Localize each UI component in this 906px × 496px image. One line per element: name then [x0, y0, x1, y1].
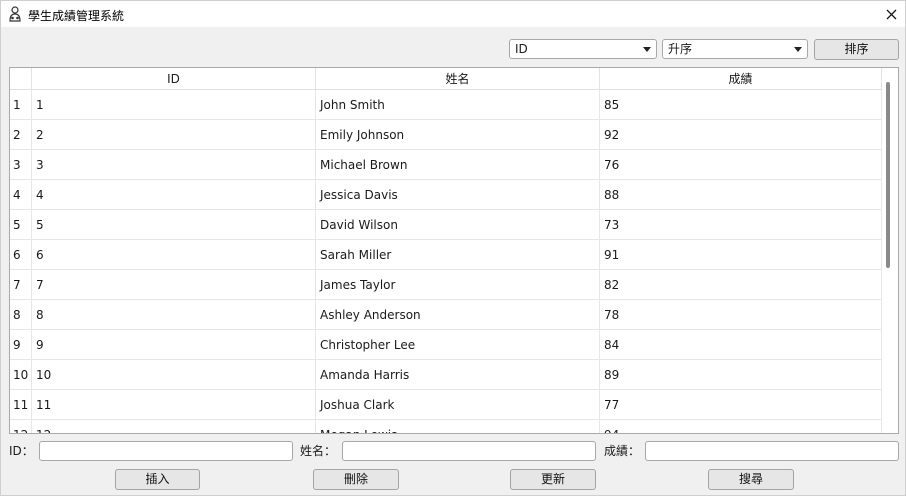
row-number: 5: [10, 210, 32, 240]
row-number: 3: [10, 150, 32, 180]
cell-id[interactable]: 4: [32, 180, 316, 210]
cell-name[interactable]: James Taylor: [316, 270, 600, 300]
sort-order-select[interactable]: 升序: [662, 39, 808, 59]
cell-id[interactable]: 8: [32, 300, 316, 330]
close-button[interactable]: [877, 1, 905, 27]
cell-name[interactable]: Amanda Harris: [316, 360, 600, 390]
cell-id[interactable]: 9: [32, 330, 316, 360]
row-number: 1: [10, 90, 32, 120]
cell-score[interactable]: 92: [600, 120, 882, 150]
cell-name[interactable]: Christopher Lee: [316, 330, 600, 360]
window-title: 學生成績管理系統: [28, 9, 125, 23]
title-bar: 學生成績管理系統: [1, 1, 905, 27]
sort-field-select[interactable]: ID: [509, 39, 657, 59]
name-input[interactable]: [342, 441, 596, 461]
row-number: 4: [10, 180, 32, 210]
cell-name[interactable]: Michael Brown: [316, 150, 600, 180]
cell-name[interactable]: John Smith: [316, 90, 600, 120]
sort-button[interactable]: 排序: [814, 39, 899, 60]
cell-name[interactable]: Joshua Clark: [316, 390, 600, 420]
table-row[interactable]: 9 9 Christopher Lee 84: [10, 330, 882, 360]
search-button[interactable]: 搜尋: [708, 469, 794, 490]
column-header-score[interactable]: 成績: [600, 68, 882, 90]
update-button[interactable]: 更新: [510, 469, 596, 490]
app-window: 學生成績管理系統 ID 升序 排序 ID 姓名 成績 1 1 John Smit…: [0, 0, 906, 496]
cell-name[interactable]: Megan Lewis: [316, 420, 600, 433]
row-number: 12: [10, 420, 32, 433]
score-field-label: 成績：: [604, 444, 641, 458]
id-field-label: ID：: [9, 444, 34, 458]
cell-id[interactable]: 7: [32, 270, 316, 300]
cell-score[interactable]: 84: [600, 330, 882, 360]
cell-name[interactable]: David Wilson: [316, 210, 600, 240]
delete-button[interactable]: 刪除: [313, 469, 399, 490]
table-row[interactable]: 1 1 John Smith 85: [10, 90, 882, 120]
cell-score[interactable]: 82: [600, 270, 882, 300]
table-row[interactable]: 12 12 Megan Lewis 94: [10, 420, 882, 433]
cell-id[interactable]: 2: [32, 120, 316, 150]
row-number: 10: [10, 360, 32, 390]
score-input[interactable]: [645, 441, 899, 461]
table-row[interactable]: 5 5 David Wilson 73: [10, 210, 882, 240]
sort-order-value: 升序: [668, 42, 693, 56]
table-row[interactable]: 11 11 Joshua Clark 77: [10, 390, 882, 420]
row-number: 11: [10, 390, 32, 420]
column-header-id[interactable]: ID: [32, 68, 316, 90]
chevron-down-icon: [643, 47, 651, 52]
cell-score[interactable]: 89: [600, 360, 882, 390]
table-row[interactable]: 2 2 Emily Johnson 92: [10, 120, 882, 150]
row-number-header: [10, 68, 32, 90]
cell-score[interactable]: 78: [600, 300, 882, 330]
sort-field-value: ID: [515, 42, 528, 56]
cell-score[interactable]: 85: [600, 90, 882, 120]
cell-score[interactable]: 94: [600, 420, 882, 433]
cell-id[interactable]: 1: [32, 90, 316, 120]
table-row[interactable]: 7 7 James Taylor 82: [10, 270, 882, 300]
row-number: 8: [10, 300, 32, 330]
cell-id[interactable]: 11: [32, 390, 316, 420]
column-header-name[interactable]: 姓名: [316, 68, 600, 90]
cell-score[interactable]: 91: [600, 240, 882, 270]
table-header: ID 姓名 成績: [10, 68, 882, 90]
grades-table[interactable]: ID 姓名 成績 1 1 John Smith 85 2 2 Emily Joh…: [9, 67, 899, 434]
id-input[interactable]: [39, 441, 293, 461]
row-number: 2: [10, 120, 32, 150]
table-row[interactable]: 3 3 Michael Brown 76: [10, 150, 882, 180]
cell-score[interactable]: 77: [600, 390, 882, 420]
cell-score[interactable]: 73: [600, 210, 882, 240]
cell-id[interactable]: 12: [32, 420, 316, 433]
table-row[interactable]: 8 8 Ashley Anderson 78: [10, 300, 882, 330]
cell-id[interactable]: 5: [32, 210, 316, 240]
cell-id[interactable]: 6: [32, 240, 316, 270]
cell-score[interactable]: 88: [600, 180, 882, 210]
close-icon: [886, 9, 896, 19]
table-row[interactable]: 10 10 Amanda Harris 89: [10, 360, 882, 390]
app-icon: [9, 6, 21, 22]
row-number: 9: [10, 330, 32, 360]
cell-score[interactable]: 76: [600, 150, 882, 180]
name-field-label: 姓名：: [300, 444, 337, 458]
row-number: 6: [10, 240, 32, 270]
cell-name[interactable]: Sarah Miller: [316, 240, 600, 270]
cell-name[interactable]: Ashley Anderson: [316, 300, 600, 330]
cell-id[interactable]: 3: [32, 150, 316, 180]
cell-name[interactable]: Jessica Davis: [316, 180, 600, 210]
row-number: 7: [10, 270, 32, 300]
vertical-scrollbar[interactable]: [886, 82, 890, 268]
cell-id[interactable]: 10: [32, 360, 316, 390]
chevron-down-icon: [794, 47, 802, 52]
insert-button[interactable]: 插入: [115, 469, 200, 490]
table-row[interactable]: 4 4 Jessica Davis 88: [10, 180, 882, 210]
cell-name[interactable]: Emily Johnson: [316, 120, 600, 150]
table-row[interactable]: 6 6 Sarah Miller 91: [10, 240, 882, 270]
